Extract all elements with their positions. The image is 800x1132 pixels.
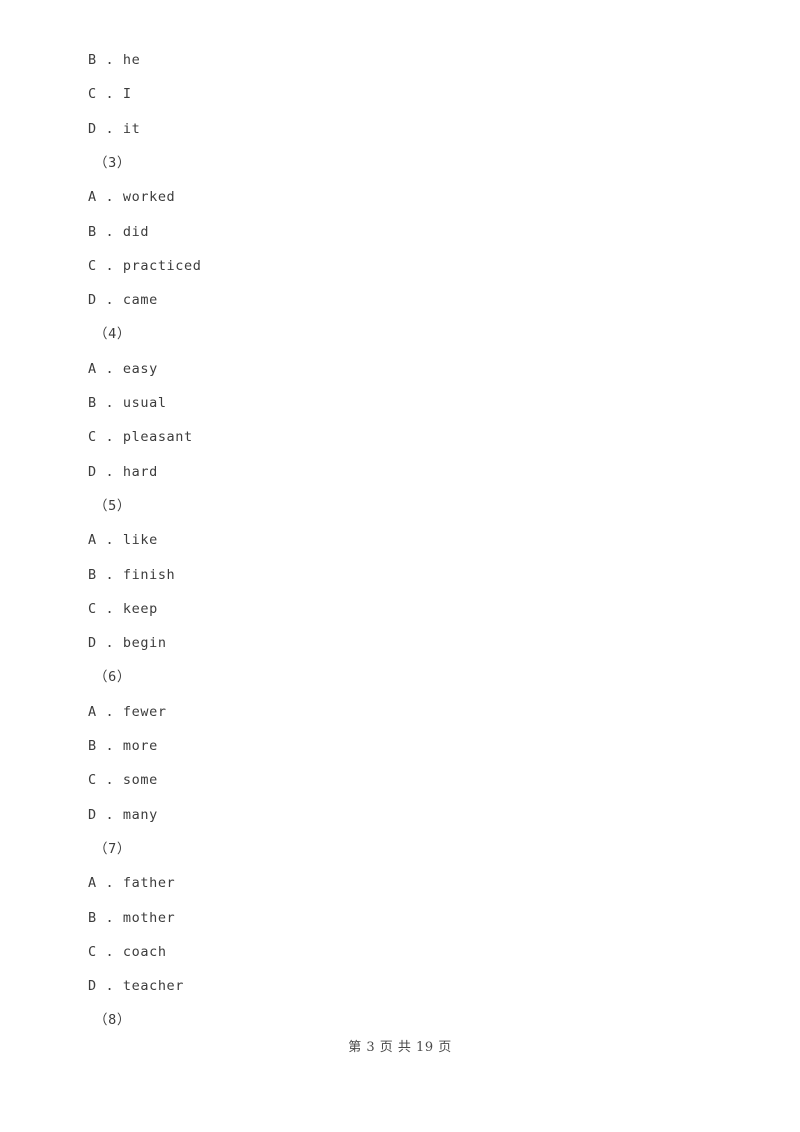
answer-option: C . I (88, 86, 132, 103)
answer-option: D . hard (88, 463, 158, 480)
answer-option: D . begin (88, 635, 167, 652)
answer-option: C . practiced (88, 257, 202, 274)
answer-option: D . it (88, 120, 141, 137)
answer-option: C . some (88, 772, 158, 789)
question-number: （6） (94, 669, 131, 686)
answer-option: D . many (88, 806, 158, 823)
answer-option: C . keep (88, 600, 158, 617)
answer-option: B . usual (88, 395, 167, 411)
answer-option: B . did (88, 223, 150, 240)
question-number: （5） (94, 497, 131, 514)
answer-option: B . more (88, 738, 158, 754)
answer-option: A . easy (88, 360, 158, 377)
answer-option: C . coach (88, 943, 167, 960)
question-number: （8） (94, 1012, 131, 1029)
answer-option: A . worked (88, 189, 176, 206)
answer-option: D . teacher (88, 978, 185, 995)
answer-option: B . mother (88, 909, 176, 926)
answer-option: A . like (88, 532, 158, 549)
answer-option: B . finish (88, 566, 176, 583)
answer-option: D . came (88, 292, 158, 309)
answer-option: B . he (88, 52, 141, 68)
answer-option: C . pleasant (88, 429, 193, 446)
question-number: （3） (94, 154, 131, 171)
answer-option: A . fewer (88, 703, 167, 720)
page-footer: 第 3 页 共 19 页 (348, 1040, 452, 1055)
answer-option: A . father (88, 875, 176, 892)
document-page: B . he C . I D . it （3） A . worked B . did C .… (0, 0, 800, 1132)
question-number: （4） (94, 326, 131, 343)
question-number: （7） (94, 840, 131, 857)
